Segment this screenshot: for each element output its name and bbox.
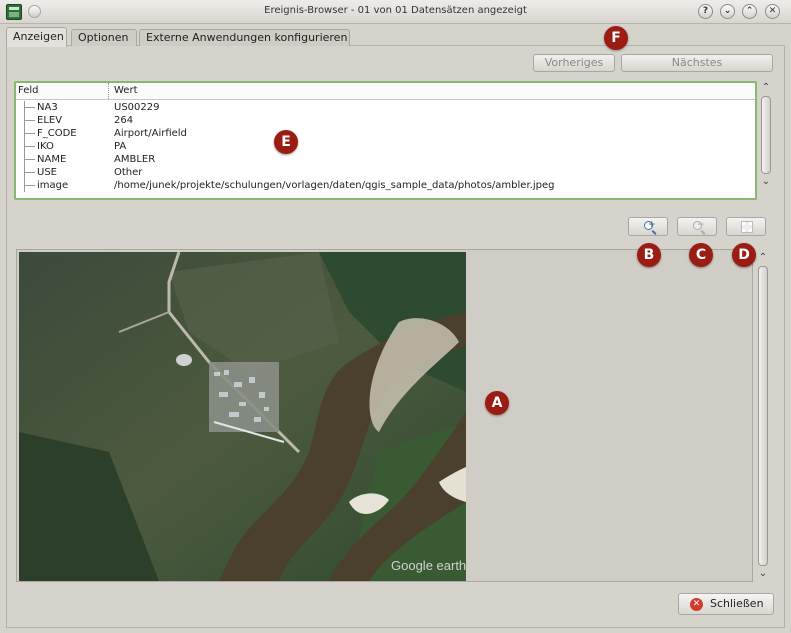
attribute-row[interactable]: ELEV 264: [16, 114, 755, 127]
close-button-label: Schließen: [710, 597, 764, 610]
tree-line: [24, 166, 36, 179]
attribute-value: AMBLER: [114, 154, 156, 165]
title-bar: Ereignis-Browser - 01 von 01 Datensätzen…: [0, 0, 791, 24]
attribute-field: USE: [37, 167, 57, 178]
column-header-wert[interactable]: Wert: [108, 83, 138, 99]
zoom-fit-icon: [741, 221, 753, 233]
attribute-value: PA: [114, 141, 127, 152]
zoom-out-button[interactable]: −: [677, 217, 717, 236]
zoom-fit-button[interactable]: [726, 217, 766, 236]
attribute-value: Other: [114, 167, 143, 178]
attribute-scrollbar[interactable]: ⌃ ⌄: [759, 82, 773, 198]
close-window-button[interactable]: ✕: [765, 4, 780, 19]
tree-line: [24, 114, 36, 127]
tab-externe-anwendungen[interactable]: Externe Anwendungen konfigurieren: [139, 29, 350, 46]
attribute-value: Airport/Airfield: [114, 128, 187, 139]
annotation-marker-e: E: [274, 130, 298, 154]
annotation-marker-c: C: [689, 243, 713, 267]
tab-optionen[interactable]: Optionen: [71, 29, 137, 46]
attribute-field: IKO: [37, 141, 54, 152]
attribute-row[interactable]: F_CODE Airport/Airfield: [16, 127, 755, 140]
zoom-in-button[interactable]: +: [628, 217, 668, 236]
attribute-value: 264: [114, 115, 134, 126]
image-scrollbar[interactable]: ⌃ ⌄: [756, 252, 770, 580]
tree-line: [24, 140, 36, 153]
attribute-value: /home/junek/projekte/schulungen/vorlagen…: [114, 180, 555, 191]
close-icon: ✕: [690, 598, 703, 611]
attribute-row[interactable]: image /home/junek/projekte/schulungen/vo…: [16, 179, 755, 192]
annotation-marker-a: A: [485, 391, 509, 415]
attribute-table-header: Feld Wert: [16, 83, 755, 100]
image-viewer[interactable]: Google earth: [16, 249, 753, 582]
attribute-field: NA3: [37, 102, 58, 113]
zoom-in-icon: +: [643, 220, 656, 233]
tree-line: [24, 101, 36, 114]
scrollbar-thumb[interactable]: [758, 266, 768, 566]
scroll-up-icon[interactable]: ⌃: [759, 82, 773, 94]
photo-watermark: Google earth: [391, 558, 466, 573]
annotation-marker-d: D: [732, 243, 756, 267]
tree-line: [24, 127, 36, 140]
attribute-row[interactable]: NAME AMBLER: [16, 153, 755, 166]
attribute-field: F_CODE: [37, 128, 77, 139]
tab-anzeigen[interactable]: Anzeigen: [6, 27, 67, 47]
previous-button[interactable]: Vorheriges: [533, 54, 615, 72]
satellite-photo: Google earth: [19, 252, 466, 581]
tree-line: [24, 153, 36, 166]
attribute-value: US00229: [114, 102, 160, 113]
scroll-down-icon[interactable]: ⌄: [756, 568, 770, 580]
annotation-marker-b: B: [637, 243, 661, 267]
tree-line: [24, 179, 36, 192]
next-button[interactable]: Nächstes: [621, 54, 773, 72]
annotation-marker-f: F: [604, 26, 628, 50]
attribute-field: image: [37, 180, 69, 191]
column-header-feld[interactable]: Feld: [18, 83, 38, 99]
attribute-row[interactable]: NA3 US00229: [16, 101, 755, 114]
minimize-button[interactable]: ⌄: [720, 4, 735, 19]
close-button[interactable]: ✕ Schließen: [678, 593, 774, 615]
zoom-out-icon: −: [692, 220, 705, 233]
help-button[interactable]: ?: [698, 4, 713, 19]
attribute-field: NAME: [37, 154, 67, 165]
scrollbar-thumb[interactable]: [761, 96, 771, 174]
attribute-row[interactable]: IKO PA: [16, 140, 755, 153]
attribute-field: ELEV: [37, 115, 63, 126]
attribute-row[interactable]: USE Other: [16, 166, 755, 179]
attribute-table[interactable]: Feld Wert NA3 US00229 ELEV 264 F_CODE Ai…: [14, 81, 757, 200]
window-title: Ereignis-Browser - 01 von 01 Datensätzen…: [264, 5, 527, 16]
scroll-up-icon[interactable]: ⌃: [756, 252, 770, 264]
maximize-button[interactable]: ⌃: [742, 4, 757, 19]
scroll-down-icon[interactable]: ⌄: [759, 176, 773, 188]
